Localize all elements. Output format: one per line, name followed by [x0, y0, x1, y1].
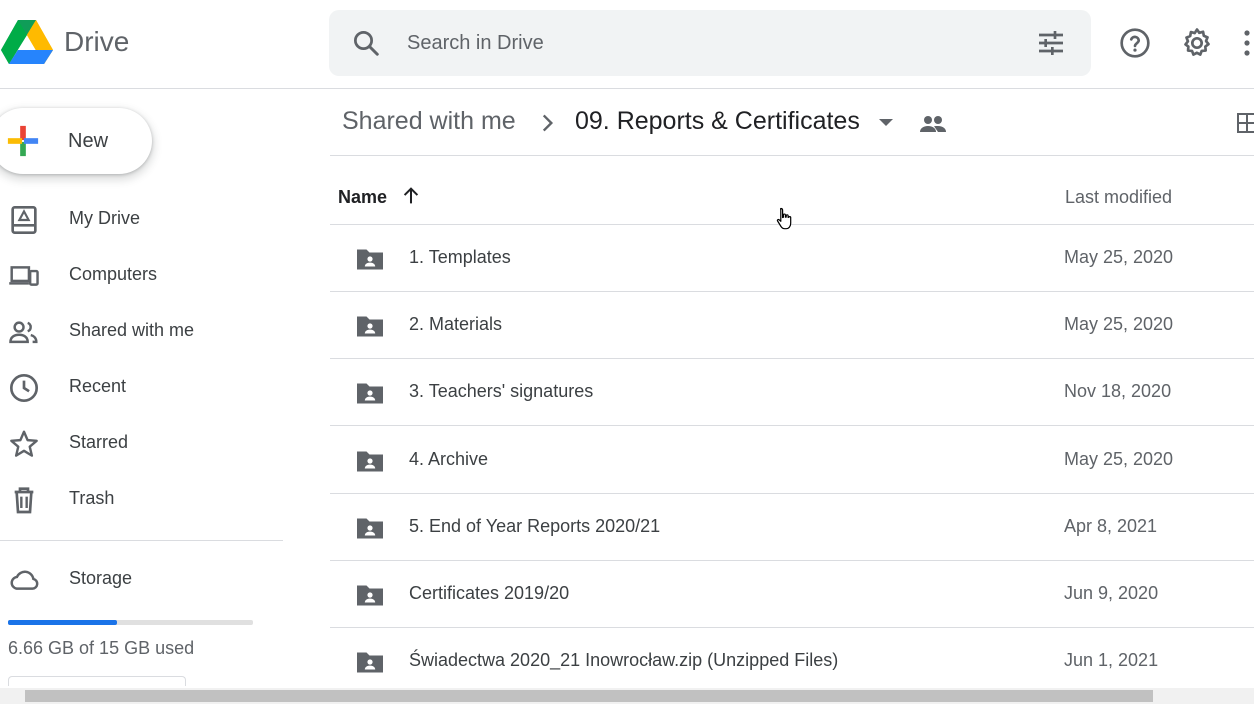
hand-cursor-icon [776, 207, 792, 230]
file-last-modified: May 25, 2020 [1064, 314, 1174, 335]
new-button-label: New [68, 130, 109, 152]
file-row[interactable]: 2. Materials May 25, 2020 [330, 292, 1254, 360]
file-name: 1. Templates [409, 247, 511, 267]
shared-folder-icon [357, 316, 383, 337]
file-row[interactable]: 1. Templates May 25, 2020 [330, 225, 1254, 292]
scrollbar-thumb[interactable] [25, 690, 1153, 702]
sidebar-item-label: Trash [69, 488, 115, 508]
settings-button[interactable] [1178, 24, 1216, 62]
storage-progress-fill [8, 620, 117, 625]
file-last-modified: May 25, 2020 [1064, 247, 1174, 267]
file-row[interactable]: Świadectwa 2020_21 Inowrocław.zip (Unzip… [330, 628, 1254, 696]
computers-icon [9, 266, 39, 286]
more-vert-icon [1244, 30, 1250, 56]
clock-icon [10, 374, 38, 402]
sidebar-item-storage[interactable]: Storage [0, 554, 280, 604]
file-row[interactable]: Certificates 2019/20 Jun 9, 2020 [330, 561, 1254, 628]
plus-icon [7, 125, 39, 157]
search-icon[interactable] [351, 28, 381, 58]
storage-progress-bar [8, 620, 253, 625]
breadcrumb-current-folder[interactable]: 09. Reports & Certificates [575, 107, 860, 136]
file-row[interactable]: 5. End of Year Reports 2020/21 Apr 8, 20… [330, 494, 1254, 561]
search-options-icon[interactable] [1035, 27, 1067, 59]
sidebar-item-starred[interactable]: Starred [0, 418, 280, 468]
sidebar-item-computers[interactable]: Computers [0, 250, 280, 300]
search-input[interactable] [407, 24, 967, 62]
storage-usage-text: 6.66 GB of 15 GB used [8, 638, 195, 658]
shared-folder-icon [357, 383, 383, 404]
file-last-modified: Jun 9, 2020 [1064, 583, 1159, 603]
file-name: 3. Teachers' signatures [409, 381, 594, 402]
arrow-up-icon[interactable] [400, 185, 422, 207]
shared-folder-people-icon [920, 116, 946, 132]
shared-folder-icon [357, 451, 383, 472]
sidebar-divider [0, 540, 283, 541]
sidebar-item-recent[interactable]: Recent [0, 362, 280, 412]
sidebar-item-label: Shared with me [69, 320, 195, 340]
file-last-modified: Nov 18, 2020 [1064, 381, 1172, 402]
column-header-last-modified[interactable]: Last modified [1065, 187, 1172, 208]
more-options-button[interactable] [1236, 24, 1254, 62]
storage-label: Storage [69, 568, 133, 588]
file-last-modified: Apr 8, 2021 [1064, 515, 1158, 536]
sidebar-item-trash[interactable]: Trash [0, 474, 280, 524]
new-button[interactable]: New [0, 108, 152, 174]
search-box[interactable] [329, 10, 1091, 76]
grid-view-icon[interactable] [1236, 110, 1254, 136]
shared-folder-icon [357, 652, 383, 673]
my-drive-icon [11, 206, 37, 234]
shared-folder-icon [357, 249, 383, 270]
top-bar: Drive [0, 0, 1254, 89]
file-name: 4. Archive [409, 448, 489, 469]
horizontal-scrollbar[interactable] [0, 688, 1254, 704]
sidebar-item-label: Starred [69, 432, 129, 452]
trash-icon [14, 487, 34, 514]
file-last-modified: Jun 1, 2021 [1064, 650, 1159, 671]
breadcrumb-root[interactable]: Shared with me [342, 107, 516, 136]
shared-folder-icon [357, 585, 383, 606]
file-name: Certificates 2019/20 [409, 583, 570, 603]
file-row[interactable]: 3. Teachers' signatures Nov 18, 2020 [330, 359, 1254, 427]
chevron-right-icon [542, 114, 554, 132]
file-row[interactable]: 4. Archive May 25, 2020 [330, 427, 1254, 494]
file-name: Świadectwa 2020_21 Inowrocław.zip (Unzip… [409, 650, 839, 671]
column-header-name[interactable]: Name [338, 187, 387, 208]
app-brand: Drive [64, 26, 130, 57]
help-icon [1120, 28, 1150, 58]
file-last-modified: May 25, 2020 [1064, 448, 1174, 469]
shared-icon [9, 321, 38, 344]
cloud-icon [10, 570, 39, 590]
drive-logo-icon[interactable] [0, 18, 54, 66]
caret-down-icon[interactable] [876, 116, 896, 130]
sidebar-item-label: Recent [69, 376, 127, 396]
sidebar-item-label: Computers [69, 264, 158, 284]
file-name: 5. End of Year Reports 2020/21 [409, 515, 661, 536]
sidebar-item-shared-with-me[interactable]: Shared with me [0, 306, 280, 356]
breadcrumb: Shared with me 09. Reports & Certificate… [330, 90, 1254, 156]
star-icon [10, 430, 38, 457]
buy-storage-button[interactable] [8, 676, 186, 686]
sidebar-item-label: My Drive [69, 208, 140, 228]
gear-icon [1184, 28, 1210, 56]
shared-folder-icon [357, 518, 383, 539]
sidebar-item-my-drive[interactable]: My Drive [0, 194, 280, 244]
help-button[interactable] [1116, 24, 1154, 62]
file-name: 2. Materials [409, 314, 503, 335]
